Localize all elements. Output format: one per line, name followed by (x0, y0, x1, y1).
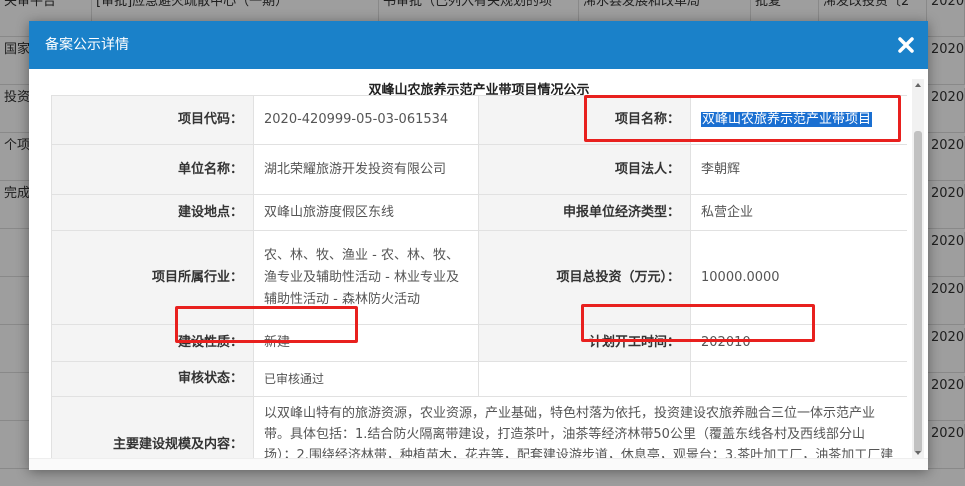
scroll-up-icon (915, 83, 921, 87)
empty-cell (478, 361, 691, 397)
highlight-box-start-time (581, 304, 815, 342)
scrollbar-thumb[interactable] (914, 131, 922, 453)
review-label: 审核状态： (51, 361, 254, 397)
table-row: 建设地点： 双峰山旅游度假区东线 申报单位经济类型： 私营企业 (51, 194, 907, 231)
project-code-value: 2020-420999-05-03-061534 (253, 95, 479, 145)
filing-detail-modal: 备案公示详情 双峰山农旅养示范产业带项目情况公示 项目代码： 2020-4209… (29, 21, 928, 470)
legal-person-value: 李朝辉 (690, 144, 907, 195)
modal-title: 备案公示详情 (45, 37, 129, 53)
unit-name-value: 湖北荣耀旅游开发投资有限公司 (253, 144, 479, 195)
detail-table: 项目代码： 2020-420999-05-03-061534 项目名称： 双峰山… (51, 95, 907, 459)
highlight-box-project-name (584, 95, 901, 142)
location-value: 双峰山旅游度假区东线 (253, 194, 479, 231)
unit-name-label: 单位名称： (51, 144, 254, 195)
modal-header: 备案公示详情 (29, 21, 928, 69)
table-row: 审核状态： 已审核通过 (51, 361, 907, 397)
scale-value: 以双峰山特有的旅游资源，农业资源，产业基础，特色村落为依托，投资建设农旅养融合三… (253, 396, 907, 459)
review-value: 已审核通过 (253, 361, 479, 397)
modal-footer (29, 458, 928, 470)
empty-cell (690, 361, 907, 397)
close-icon[interactable] (896, 35, 916, 55)
location-label: 建设地点： (51, 194, 254, 231)
scale-label: 主要建设规模及内容： (51, 396, 254, 459)
modal-body: 双峰山农旅养示范产业带项目情况公示 项目代码： 2020-420999-05-0… (29, 69, 928, 470)
econ-type-label: 申报单位经济类型： (478, 194, 691, 231)
table-row: 单位名称： 湖北荣耀旅游开发投资有限公司 项目法人： 李朝辉 (51, 144, 907, 195)
vertical-scrollbar[interactable] (912, 79, 924, 459)
scroll-down-icon (915, 451, 921, 455)
legal-person-label: 项目法人： (478, 144, 691, 195)
detail-content: 双峰山农旅养示范产业带项目情况公示 项目代码： 2020-420999-05-0… (51, 79, 907, 459)
project-code-label: 项目代码： (51, 95, 254, 145)
econ-type-value: 私营企业 (690, 194, 907, 231)
table-row: 主要建设规模及内容： 以双峰山特有的旅游资源，农业资源，产业基础，特色村落为依托… (51, 396, 907, 459)
highlight-box-nature (175, 306, 358, 343)
